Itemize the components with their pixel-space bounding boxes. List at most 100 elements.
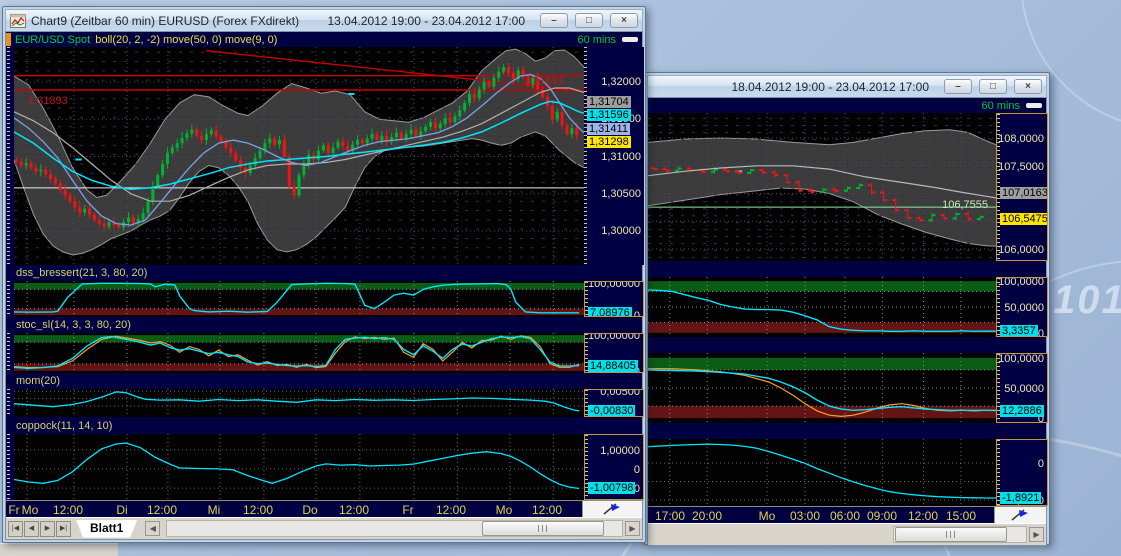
splitter-handle[interactable] bbox=[622, 37, 638, 42]
maximize-button[interactable]: □ bbox=[979, 79, 1007, 94]
stoc-panel-header: stoc_sl(14, 3, 3, 80, 20) bbox=[6, 317, 642, 333]
right-window-date-range: 18.04.2012 19:00 - 23.04.2012 17:00 bbox=[731, 79, 929, 94]
time-label: 12:00 bbox=[338, 503, 370, 517]
axis-value-tag: 1,31298 bbox=[587, 136, 631, 148]
time-label: Mo bbox=[21, 503, 39, 517]
axis-value-tag: 12,2886 bbox=[1000, 404, 1044, 417]
right-price-chart[interactable] bbox=[648, 113, 996, 261]
maximize-button[interactable]: □ bbox=[575, 13, 603, 28]
scroll-left-button[interactable]: ◀ bbox=[145, 521, 161, 536]
coppock-axis: 1,000000-1,00000-1,00798 bbox=[584, 434, 644, 500]
axis-value-tag: 107,0163 bbox=[1000, 186, 1048, 199]
left-ruler bbox=[6, 434, 14, 500]
stoc-axis: 100,00000014,88405 bbox=[584, 333, 644, 373]
chart-cursor-flag-icon[interactable] bbox=[1010, 508, 1032, 522]
wallpaper-watermark: 101 bbox=[1053, 278, 1121, 322]
axis-tick-label: 50,0000 bbox=[1004, 302, 1044, 314]
left-horizontal-scrollbar[interactable] bbox=[166, 520, 623, 537]
axis-tick-label: 1,30000 bbox=[601, 225, 641, 238]
left-time-axis: Fr Mo 12:00 Di 12:00 Mi 12:00 Do 12:00 Fr 12:00 Mo 1… bbox=[6, 501, 582, 517]
right-indicator3-axis: 0-2,0000-1,8921 bbox=[996, 439, 1048, 506]
coppock-panel-label: coppock(11, 14, 10) bbox=[16, 419, 113, 432]
sheet-nav-first-button[interactable]: |◀ bbox=[8, 520, 23, 537]
axis-tick-label: 100,0000 bbox=[998, 353, 1044, 365]
axis-tick-label: 100,00000 bbox=[588, 281, 640, 290]
axis-value-tag: 1,31411 bbox=[587, 123, 630, 135]
left-window-titlebar[interactable]: Chart9 (Zeitbar 60 min) EURUSD (Forex FX… bbox=[5, 9, 643, 31]
left-chart-header: EUR/USD Spot boll(20, 2, -2) move(50, 0)… bbox=[6, 32, 642, 47]
right-price-axis: 108,0000 107,5000 106,0000 107,0163 106,5475 bbox=[996, 113, 1048, 261]
chart-window-right: 18.04.2012 19:00 - 23.04.2012 17:00 – □ … bbox=[644, 72, 1050, 546]
dss-indicator-chart[interactable] bbox=[14, 281, 584, 317]
time-label: 15:00 bbox=[945, 509, 977, 523]
time-label: 09:00 bbox=[866, 509, 898, 523]
time-label: Mo bbox=[758, 509, 776, 523]
symbol-label: EUR/USD Spot bbox=[15, 33, 91, 46]
coppock-indicator-chart[interactable] bbox=[14, 434, 584, 500]
right-indicator-header bbox=[648, 261, 1046, 277]
axis-tick-label: 106,0000 bbox=[998, 244, 1044, 256]
close-button[interactable]: × bbox=[1014, 79, 1042, 94]
stoc-indicator-chart[interactable] bbox=[14, 333, 584, 373]
right-time-axis: 17:00 20:00 Mo 03:00 06:00 09:00 12:00 15:00 bbox=[648, 507, 994, 523]
right-timeframe-label: 60 mins bbox=[981, 99, 1020, 112]
left-window-date-range: 13.04.2012 19:00 - 23.04.2012 17:00 bbox=[327, 13, 525, 28]
axis-value-tag: -1,00798 bbox=[588, 482, 636, 495]
scrollbar-thumb[interactable] bbox=[895, 527, 1007, 542]
minimize-button[interactable]: – bbox=[540, 13, 568, 28]
axis-tick-label: 1,32000 bbox=[601, 76, 641, 89]
right-indicator2-chart[interactable] bbox=[648, 353, 996, 423]
axis-tick-label: 0 bbox=[633, 310, 640, 317]
axis-tick-label: 0 bbox=[1037, 458, 1044, 470]
axis-tick-label: 0 bbox=[633, 463, 640, 476]
axis-tick-label: 100,00000 bbox=[588, 333, 640, 343]
axis-value-tag: 3,3357 bbox=[1000, 325, 1038, 337]
dss-panel-label: dss_bressert(21, 3, 80, 20) bbox=[16, 267, 148, 279]
time-label: 12:00 bbox=[242, 503, 274, 517]
main-price-chart[interactable] bbox=[14, 47, 584, 265]
stoc-panel-label: stoc_sl(14, 3, 3, 80, 20) bbox=[16, 319, 131, 331]
right-chart-header: 60 mins bbox=[648, 98, 1046, 113]
time-label: Mi bbox=[207, 503, 221, 517]
left-ruler bbox=[6, 47, 14, 265]
sheet-nav-next-button[interactable]: ▶ bbox=[40, 520, 55, 537]
axis-tick-label: 1,00000 bbox=[600, 444, 640, 457]
axis-tick-label: 107,5000 bbox=[998, 160, 1044, 173]
time-label: Do bbox=[302, 503, 318, 517]
axis-value-tag: 14,88405 bbox=[588, 359, 638, 372]
mom-panel-label: mom(20) bbox=[16, 375, 61, 387]
time-label: 12:00 bbox=[52, 503, 84, 517]
scroll-right-button[interactable]: ▶ bbox=[1029, 527, 1044, 542]
time-label: Di bbox=[116, 503, 128, 517]
left-ruler bbox=[6, 281, 14, 317]
right-indicator-header bbox=[648, 337, 1046, 353]
sheet-tab-blatt1[interactable]: Blatt1 bbox=[76, 520, 137, 538]
right-indicator1-chart[interactable] bbox=[648, 277, 996, 337]
axis-value-tag: 1,31596 bbox=[587, 109, 631, 121]
right-horizontal-scrollbar[interactable] bbox=[893, 526, 1027, 543]
chart-cursor-flag-icon[interactable] bbox=[602, 502, 624, 516]
sheet-nav-prev-button[interactable]: ◀ bbox=[24, 520, 39, 537]
axis-tick-label: 100,0000 bbox=[998, 277, 1044, 289]
axis-tick-label: 1,31000 bbox=[601, 150, 641, 163]
mom-indicator-chart[interactable] bbox=[14, 389, 584, 417]
minimize-button[interactable]: – bbox=[944, 79, 972, 94]
axis-value-tag: 1,31704 bbox=[587, 96, 631, 108]
time-label: Fr bbox=[8, 503, 20, 517]
right-indicator1-axis: 100,0000 50,0000 0 3,3357 bbox=[996, 277, 1048, 337]
sheet-nav-last-button[interactable]: ▶| bbox=[56, 520, 71, 537]
close-button[interactable]: × bbox=[610, 13, 638, 28]
time-label: 12:00 bbox=[907, 509, 939, 523]
time-label: 12:00 bbox=[435, 503, 467, 517]
mom-panel-header: mom(20) bbox=[6, 373, 642, 389]
left-timeframe-label: 60 mins bbox=[577, 33, 616, 46]
scrollbar-thumb[interactable] bbox=[482, 521, 604, 536]
scroll-right-button[interactable]: ▶ bbox=[625, 521, 640, 536]
splitter-handle[interactable] bbox=[1026, 103, 1042, 108]
taskbar-fragment bbox=[0, 543, 118, 556]
indicator-params-label: boll(20, 2, -2) move(50, 0) move(9, 0) bbox=[95, 33, 278, 46]
right-indicator3-chart[interactable] bbox=[648, 439, 996, 506]
time-label: Mo bbox=[495, 503, 513, 517]
right-window-titlebar[interactable]: 18.04.2012 19:00 - 23.04.2012 17:00 – □ … bbox=[647, 75, 1047, 97]
time-label: 06:00 bbox=[829, 509, 861, 523]
